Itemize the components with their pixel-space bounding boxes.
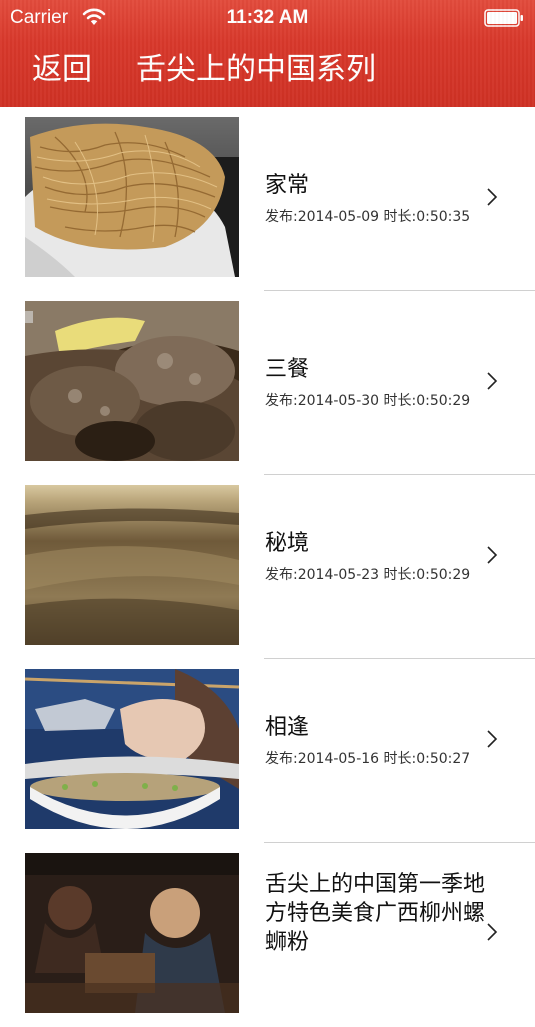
status-bar: Carrier 11:32 AM [0, 0, 535, 36]
eating-bowl-thumbnail [25, 669, 239, 829]
list-item[interactable]: 舌尖上的中国第一季地方特色美食广西柳州螺蛳粉 [0, 843, 535, 1027]
page-title: 舌尖上的中国系列 [136, 52, 376, 87]
episode-meta: 发布:2014-05-30 时长:0:50:29 [265, 393, 471, 409]
chevron-right-icon [487, 188, 498, 206]
row-text: 秘境 发布:2014-05-23 时长:0:50:29 [265, 530, 490, 584]
food-closeup-thumbnail [25, 301, 239, 461]
chevron-right-icon [487, 372, 498, 390]
row-text: 三餐 发布:2014-05-30 时长:0:50:29 [265, 356, 490, 410]
episode-title: 家常 [265, 173, 310, 198]
clock: 11:32 AM [226, 7, 309, 28]
row-text: 相逢 发布:2014-05-16 时长:0:50:27 [265, 714, 490, 768]
list-item[interactable]: 三餐 发布:2014-05-30 时长:0:50:29 [0, 291, 535, 475]
noodles-thumbnail [25, 117, 239, 277]
chevron-right-icon [487, 546, 498, 564]
episode-title: 相逢 [265, 715, 310, 740]
battery-icon [484, 9, 523, 27]
row-text: 舌尖上的中国第一季地方特色美食广西柳州螺蛳粉 [265, 870, 490, 957]
top-bar: Carrier 11:32 AM 返回 舌尖上的中国系列 [0, 0, 535, 107]
episode-title: 舌尖上的中国第一季地方特色美食广西柳州螺蛳粉 [265, 872, 486, 955]
back-button[interactable]: 返回 [32, 50, 92, 90]
episode-title: 三餐 [265, 357, 310, 382]
episode-list: 家常 发布:2014-05-09 时长:0:50:35 三餐 发布:2014-0… [0, 107, 535, 1027]
list-item[interactable]: 家常 发布:2014-05-09 时长:0:50:35 [0, 107, 535, 291]
chevron-right-icon [487, 730, 498, 748]
episode-meta: 发布:2014-05-23 时长:0:50:29 [265, 567, 471, 583]
episode-meta: 发布:2014-05-09 时长:0:50:35 [265, 209, 471, 225]
list-item[interactable]: 相逢 发布:2014-05-16 时长:0:50:27 [0, 659, 535, 843]
chevron-right-icon [487, 923, 498, 941]
row-text: 家常 发布:2014-05-09 时长:0:50:35 [265, 172, 490, 226]
street-food-thumbnail [25, 853, 239, 1013]
episode-meta: 发布:2014-05-16 时长:0:50:27 [265, 751, 471, 767]
episode-title: 秘境 [265, 531, 310, 556]
navigation-bar: 返回 舌尖上的中国系列 [0, 36, 535, 107]
desert-thumbnail [25, 485, 239, 645]
list-item[interactable]: 秘境 发布:2014-05-23 时长:0:50:29 [0, 475, 535, 659]
